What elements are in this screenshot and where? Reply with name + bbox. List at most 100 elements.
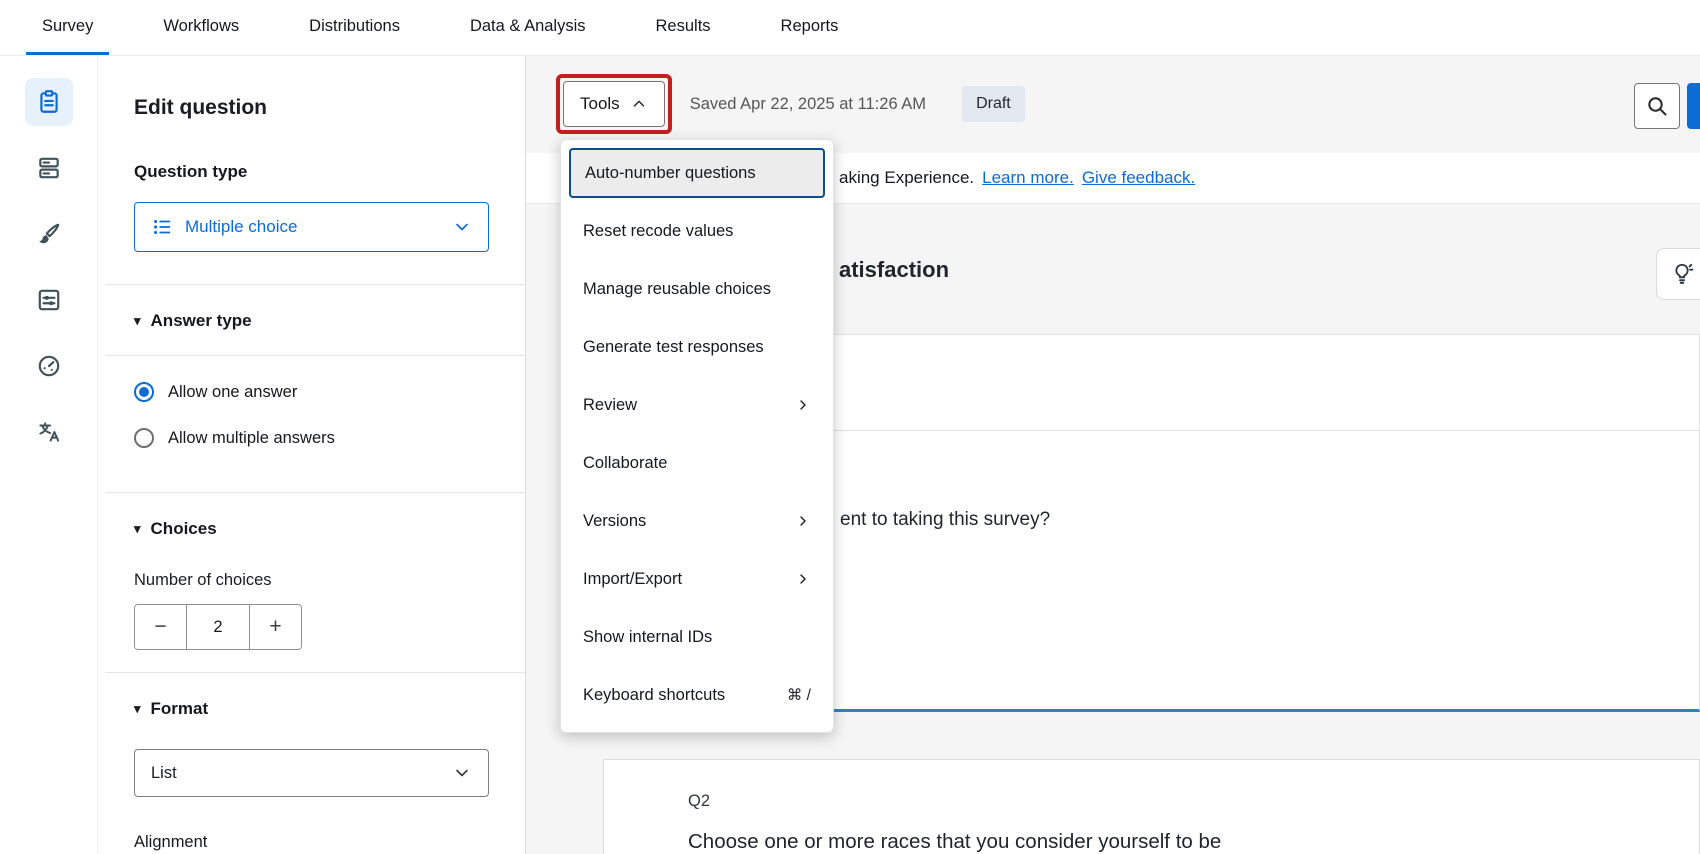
- section-divider: [106, 284, 525, 285]
- format-select[interactable]: List: [134, 749, 489, 797]
- multiple-choice-list-icon: [151, 216, 173, 238]
- survey-title-fragment[interactable]: atisfaction: [839, 257, 949, 283]
- tab-data-analysis[interactable]: Data & Analysis: [454, 0, 602, 55]
- survey-title-row: atisfaction: [839, 248, 949, 292]
- chevron-up-icon: [630, 95, 648, 113]
- section-divider: [106, 355, 525, 356]
- menu-item-versions[interactable]: Versions: [561, 492, 833, 550]
- section-divider: [106, 672, 525, 673]
- menu-item-label: Collaborate: [583, 454, 667, 473]
- decrease-choices-button[interactable]: −: [135, 605, 187, 649]
- tab-data-analysis-label: Data & Analysis: [470, 17, 586, 36]
- increase-choices-button[interactable]: +: [249, 605, 301, 649]
- choices-stepper: − 2 +: [134, 604, 302, 650]
- canvas-toolbar: Tools Saved Apr 22, 2025 at 11:26 AM Dra…: [556, 74, 1025, 134]
- blocks-icon: [36, 155, 62, 181]
- status-badge: Draft: [962, 86, 1025, 122]
- annotation-highlight-box: Tools: [556, 74, 672, 134]
- radio-allow-multiple-answers-label: Allow multiple answers: [168, 429, 335, 448]
- menu-item-auto-number-questions[interactable]: Auto-number questions: [569, 148, 825, 198]
- radio-allow-one-answer-label: Allow one answer: [168, 383, 297, 402]
- collapse-caret-icon: ▾: [134, 701, 141, 717]
- menu-item-label: Reset recode values: [583, 222, 733, 241]
- tools-button[interactable]: Tools: [563, 81, 665, 127]
- menu-item-reset-recode-values[interactable]: Reset recode values: [561, 202, 833, 260]
- sliders-icon: [36, 287, 62, 313]
- answer-type-heading: Answer type: [151, 311, 252, 331]
- tab-results[interactable]: Results: [640, 0, 727, 55]
- qualtrics-survey-editor: { "colors": { "accent_blue": "#0b6cd4", …: [0, 0, 1700, 854]
- tab-survey-label: Survey: [42, 17, 93, 36]
- question-2-text: Choose one or more races that you consid…: [688, 830, 1221, 854]
- tab-distributions[interactable]: Distributions: [293, 0, 416, 55]
- app-shell: Edit question Question type Multiple cho…: [0, 56, 1700, 854]
- tab-workflows[interactable]: Workflows: [147, 0, 255, 55]
- number-of-choices-label: Number of choices: [134, 571, 489, 590]
- question-type-value: Multiple choice: [185, 217, 297, 237]
- icon-rail: [0, 56, 98, 854]
- menu-item-generate-test-responses[interactable]: Generate test responses: [561, 318, 833, 376]
- menu-item-label: Keyboard shortcuts: [583, 686, 725, 705]
- menu-item-label: Import/Export: [583, 570, 682, 589]
- rail-item-survey-options[interactable]: [25, 342, 73, 390]
- radio-selected-icon: [134, 382, 154, 402]
- survey-canvas: aking Experience. Learn more. Give feedb…: [526, 56, 1700, 854]
- choices-count-value: 2: [187, 605, 249, 649]
- menu-item-label: Manage reusable choices: [583, 280, 771, 299]
- collapse-caret-icon: ▾: [134, 521, 141, 537]
- rail-item-survey-builder[interactable]: [25, 78, 73, 126]
- menu-item-label: Auto-number questions: [585, 164, 756, 183]
- tab-distributions-label: Distributions: [309, 17, 400, 36]
- top-nav: Survey Workflows Distributions Data & An…: [0, 0, 1700, 56]
- section-divider: [106, 492, 525, 493]
- translate-icon: [36, 419, 62, 445]
- chevron-right-icon: [795, 513, 811, 529]
- chevron-down-icon: [452, 217, 472, 237]
- question-type-label: Question type: [134, 162, 489, 182]
- tab-survey[interactable]: Survey: [26, 0, 109, 55]
- keyboard-shortcut-hint: ⌘ /: [787, 686, 811, 705]
- paintbrush-icon: [36, 221, 62, 247]
- clipboard-icon: [36, 89, 62, 115]
- rail-item-blocks[interactable]: [25, 144, 73, 192]
- menu-item-label: Generate test responses: [583, 338, 764, 357]
- search-button[interactable]: [1634, 83, 1680, 129]
- menu-item-keyboard-shortcuts[interactable]: Keyboard shortcuts ⌘ /: [561, 666, 833, 724]
- partial-blue-button[interactable]: [1687, 83, 1700, 129]
- choices-section-header[interactable]: ▾ Choices: [134, 519, 489, 539]
- menu-item-collaborate[interactable]: Collaborate: [561, 434, 833, 492]
- tools-dropdown-menu: Auto-number questions Reset recode value…: [560, 139, 834, 733]
- menu-item-import-export[interactable]: Import/Export: [561, 550, 833, 608]
- give-feedback-link[interactable]: Give feedback.: [1082, 168, 1195, 188]
- chevron-right-icon: [795, 397, 811, 413]
- rail-item-look-and-feel[interactable]: [25, 210, 73, 258]
- menu-item-review[interactable]: Review: [561, 376, 833, 434]
- lightbulb-icon: [1669, 261, 1695, 287]
- format-select-value: List: [151, 764, 177, 783]
- rail-item-translations[interactable]: [25, 408, 73, 456]
- answer-type-section-header[interactable]: ▾ Answer type: [134, 311, 489, 331]
- tab-reports[interactable]: Reports: [765, 0, 855, 55]
- menu-item-label: Versions: [583, 512, 646, 531]
- menu-item-manage-reusable-choices[interactable]: Manage reusable choices: [561, 260, 833, 318]
- format-heading: Format: [151, 699, 209, 719]
- radio-allow-multiple-answers[interactable]: Allow multiple answers: [134, 428, 489, 448]
- menu-item-label: Review: [583, 396, 637, 415]
- rail-item-survey-flow[interactable]: [25, 276, 73, 324]
- learn-more-link[interactable]: Learn more.: [982, 168, 1074, 188]
- edit-question-panel: Edit question Question type Multiple cho…: [98, 56, 526, 854]
- suggestions-button[interactable]: [1656, 248, 1700, 300]
- alignment-label: Alignment: [134, 833, 489, 852]
- chevron-down-icon: [452, 763, 472, 783]
- search-icon: [1645, 94, 1669, 118]
- format-section-header[interactable]: ▾ Format: [134, 699, 489, 719]
- chevron-right-icon: [795, 571, 811, 587]
- question-type-select[interactable]: Multiple choice: [134, 202, 489, 252]
- question-2-id: Q2: [688, 792, 710, 811]
- question-1-text-fragment: ent to taking this survey?: [840, 509, 1050, 531]
- banner-text-fragment: aking Experience.: [839, 168, 974, 188]
- question-2-card[interactable]: Q2 Choose one or more races that you con…: [603, 759, 1700, 854]
- menu-item-label: Show internal IDs: [583, 628, 712, 647]
- menu-item-show-internal-ids[interactable]: Show internal IDs: [561, 608, 833, 666]
- radio-allow-one-answer[interactable]: Allow one answer: [134, 382, 489, 402]
